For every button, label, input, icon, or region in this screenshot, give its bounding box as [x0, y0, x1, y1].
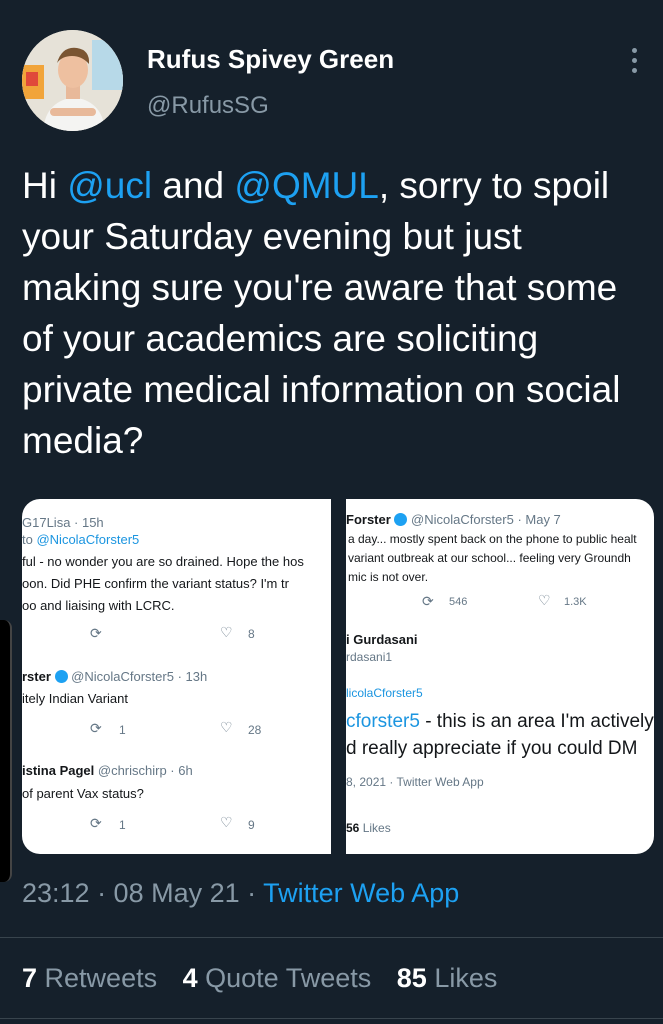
more-options-icon[interactable]	[632, 48, 640, 78]
reply-to-mention: @NicolaCforster5	[36, 532, 140, 547]
author-handle[interactable]: @RufusSG	[147, 92, 269, 120]
verified-icon	[54, 670, 68, 683]
device-edge	[0, 620, 12, 882]
reply-handle: @NicolaCforster5 · 13h	[71, 669, 208, 684]
reply-to: to @NicolaCforster5	[22, 532, 139, 547]
reply-text: oo and liaising with LCRC.	[22, 598, 175, 613]
media-image-1[interactable]: G17Lisa · 15h to @NicolaCforster5 ful - …	[22, 499, 331, 854]
tweet-text-part: and	[152, 165, 235, 206]
verified-icon	[394, 513, 408, 526]
tweet-text-part: , sorry to spoil your Saturday evening b…	[22, 165, 621, 461]
reply-text: itely Indian Variant	[22, 691, 128, 706]
retweet-count: 546	[449, 596, 468, 608]
retweets-stat[interactable]: 7 Retweets	[22, 963, 157, 993]
reply-handle: rdasani1	[346, 650, 393, 664]
like-count: 1.3K	[564, 596, 587, 608]
likes-label: Likes	[426, 963, 498, 993]
divider	[0, 1018, 663, 1019]
tweet-text: variant outbreak at our school... feelin…	[348, 551, 631, 565]
tweet-header: Rufus Spivey Green @RufusSG	[22, 30, 642, 131]
tweet-text-part: Hi	[22, 165, 68, 206]
tweet-author: Forster	[346, 512, 391, 527]
like-count: 9	[248, 818, 255, 832]
likes-count: 85	[396, 963, 427, 993]
likes-number: 56	[346, 821, 360, 835]
like-count: 28	[248, 723, 262, 737]
mention-link[interactable]: @QMUL	[234, 165, 378, 206]
retweets-label: Retweets	[37, 963, 158, 993]
quote-tweets-label: Quote Tweets	[197, 963, 372, 993]
quote-tweets-count: 4	[182, 963, 198, 993]
tweet-handle: @NicolaCforster5 · May 7	[411, 512, 561, 527]
retweets-count: 7	[22, 963, 38, 993]
reply-text: oon. Did PHE confirm the variant status?…	[22, 576, 289, 591]
mention-link[interactable]: @ucl	[67, 165, 152, 206]
retweet-icon: ⟳	[422, 593, 434, 609]
reply-author: rster	[22, 669, 51, 684]
reply-header: G17Lisa · 15h	[22, 515, 104, 530]
reply-mention: cforster5	[346, 711, 420, 732]
reply-to-prefix: to	[22, 532, 37, 547]
reply-meta: 8, 2021 · Twitter Web App	[346, 775, 484, 789]
tweet-timestamp: 23:12 · 08 May 21 · Twitter Web App	[22, 878, 459, 909]
timestamp-text[interactable]: 23:12 · 08 May 21 ·	[22, 878, 263, 908]
heart-icon: ♡	[538, 592, 551, 608]
reply-author: i Gurdasani	[346, 632, 418, 647]
divider	[0, 937, 663, 938]
author-name[interactable]: Rufus Spivey Green	[147, 44, 394, 75]
retweet-icon: ⟳	[90, 625, 102, 641]
tweet-text: a day... mostly spent back on the phone …	[348, 532, 637, 546]
reply-header: istina Pagel @chrischirp · 6h	[22, 763, 193, 778]
reply-text-large: cforster5 - this is an area I'm actively	[346, 711, 654, 733]
quote-tweets-stat[interactable]: 4 Quote Tweets	[183, 963, 372, 993]
retweet-icon: ⟳	[90, 815, 102, 831]
reply-text: ful - no wonder you are so drained. Hope…	[22, 554, 304, 569]
likes-label: Likes	[359, 821, 391, 835]
heart-icon: ♡	[220, 719, 233, 735]
media-attachments: G17Lisa · 15h to @NicolaCforster5 ful - …	[22, 499, 654, 854]
tweet-text: Hi @ucl and @QMUL, sorry to spoil your S…	[22, 160, 642, 466]
reply-likes: 56 Likes	[346, 821, 391, 835]
reply-header: rster @NicolaCforster5 · 13h	[22, 669, 207, 684]
avatar[interactable]	[22, 30, 123, 131]
tweet-header: Forster @NicolaCforster5 · May 7	[346, 512, 561, 527]
heart-icon: ♡	[220, 624, 233, 640]
like-count: 8	[248, 627, 255, 641]
reply-to-mention: licolaCforster5	[346, 686, 423, 700]
reply-text: - this is an area I'm actively	[419, 711, 654, 732]
likes-stat[interactable]: 85 Likes	[397, 963, 498, 993]
heart-icon: ♡	[220, 814, 233, 830]
retweet-count: 1	[119, 818, 126, 832]
reply-handle: @chrischirp · 6h	[97, 763, 193, 778]
reply-author: istina Pagel	[22, 763, 95, 778]
tweet-stats: 7 Retweets 4 Quote Tweets 85 Likes	[22, 963, 515, 994]
retweet-count: 1	[119, 723, 126, 737]
tweet-text: mic is not over.	[348, 570, 429, 584]
reply-text: of parent Vax status?	[22, 786, 144, 801]
retweet-icon: ⟳	[90, 720, 102, 736]
reply-text-large: d really appreciate if you could DM	[346, 738, 638, 759]
media-image-2[interactable]: Forster @NicolaCforster5 · May 7 a day..…	[346, 499, 654, 854]
source-app-link[interactable]: Twitter Web App	[263, 878, 459, 908]
